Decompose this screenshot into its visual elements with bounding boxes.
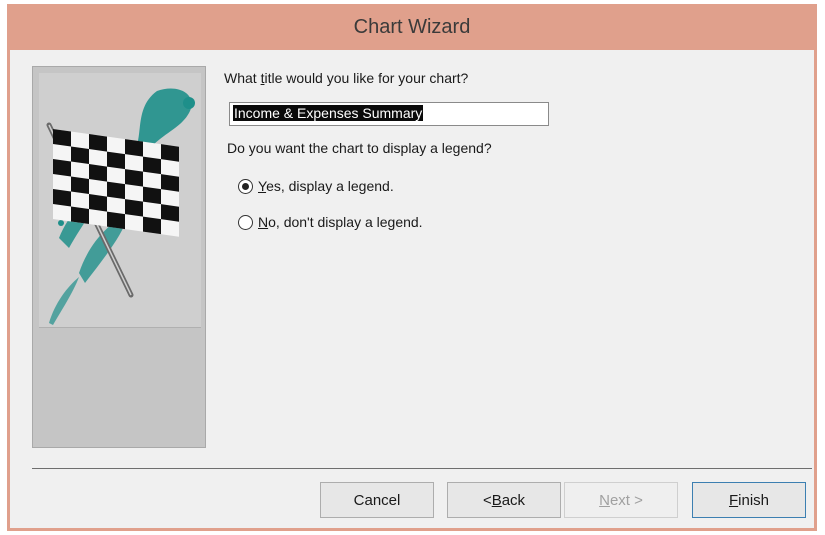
chart-title-value: Income & Expenses Summary — [233, 105, 424, 121]
finish-button[interactable]: Finish — [692, 482, 806, 518]
back-button[interactable]: < Back — [447, 482, 561, 518]
window-title: Chart Wizard — [353, 15, 471, 38]
radio-checked-icon — [238, 178, 253, 194]
legend-no-radio[interactable]: No, don't display a legend. — [238, 214, 423, 230]
legend-yes-label: Yes, display a legend. — [258, 178, 394, 194]
checkered-flag-icon — [39, 73, 201, 328]
wizard-body: What title would you like for your chart… — [10, 50, 814, 528]
title-prompt-label: What title would you like for your chart… — [224, 70, 469, 86]
next-button[interactable]: Next > — [564, 482, 678, 518]
radio-unchecked-icon — [238, 214, 253, 230]
title-bar[interactable]: Chart Wizard — [7, 4, 817, 50]
side-panel — [32, 66, 206, 448]
legend-yes-radio[interactable]: Yes, display a legend. — [238, 178, 394, 194]
cancel-button[interactable]: Cancel — [320, 482, 434, 518]
chart-title-input[interactable]: Income & Expenses Summary — [229, 102, 549, 126]
button-separator — [32, 468, 812, 469]
legend-no-label: No, don't display a legend. — [258, 214, 423, 230]
chart-wizard-window: Chart Wizard What title would you like f… — [7, 4, 817, 531]
legend-prompt-label: Do you want the chart to display a legen… — [227, 140, 492, 156]
